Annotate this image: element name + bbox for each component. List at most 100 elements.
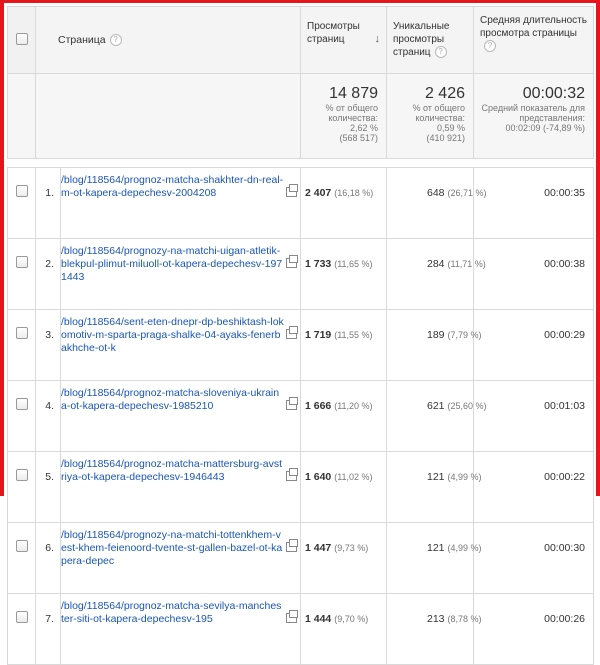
row-page-cell: /blog/118564/prognoz-matcha-shakhter-dn-…: [60, 167, 301, 239]
row-unique-pageviews: 189 (7,79 %): [386, 309, 481, 381]
unique-value: 284: [427, 258, 445, 270]
page-column-label: Страница: [58, 33, 106, 46]
highlight-frame-left: [0, 0, 4, 496]
open-external-icon[interactable]: [286, 397, 298, 410]
unique-value: 213: [427, 613, 445, 625]
pageviews-percent: (9,70 %): [334, 614, 369, 624]
page-link[interactable]: /blog/118564/prognozy-na-matchi-tottenkh…: [61, 523, 300, 568]
avg-time-summary-detail: 00:02:09 (-74,89 %): [505, 123, 585, 133]
pageviews-summary-label: % от общего количества:: [325, 103, 379, 123]
help-icon[interactable]: ?: [109, 34, 122, 47]
row-avg-time: 00:01:03: [473, 380, 594, 452]
page-link[interactable]: /blog/118564/prognoz-matcha-sloveniya-uk…: [61, 381, 300, 413]
page-link[interactable]: /blog/118564/sent-eten-dnepr-dp-beshikta…: [61, 310, 300, 355]
open-external-icon[interactable]: [286, 539, 298, 552]
row-avg-time: 00:00:38: [473, 238, 594, 310]
row-rank: 7.: [35, 593, 61, 665]
row-checkbox-cell: [7, 167, 36, 239]
unique-pageviews-column-header[interactable]: Уникальные просмотры страниц?: [386, 6, 474, 74]
row-unique-pageviews: 648 (26,71 %): [386, 167, 486, 239]
row-page-cell: /blog/118564/sent-eten-dnepr-dp-beshikta…: [60, 309, 301, 381]
spacer-row: [7, 158, 594, 168]
row-checkbox[interactable]: [15, 185, 28, 197]
pageviews-value: 2 407: [305, 187, 332, 199]
avg-time-label-text: Средняя длительность просмотра страницы: [480, 15, 587, 39]
row-pageviews: 1 719 (11,55 %): [300, 309, 387, 381]
row-checkbox-cell: [7, 309, 36, 381]
pageviews-summary-pct: 2,62 %: [349, 123, 378, 133]
pageviews-total: 14 879: [329, 85, 378, 102]
data-rows: 1. /blog/118564/prognoz-matcha-shakhter-…: [7, 167, 594, 665]
pageviews-value: 1 733: [305, 258, 332, 270]
row-unique-pageviews: 213 (8,78 %): [386, 593, 481, 665]
row-avg-time: 00:00:29: [473, 309, 594, 381]
table-row: 5. /blog/118564/prognoz-matcha-mattersbu…: [7, 451, 594, 523]
pageviews-column-header[interactable]: Просмотры страниц ↓: [300, 6, 387, 74]
help-icon[interactable]: ?: [484, 40, 496, 53]
unique-percent: (8,78 %): [447, 614, 482, 624]
unique-total: 2 426: [424, 85, 465, 102]
pageviews-percent: (9,73 %): [334, 543, 369, 553]
row-checkbox[interactable]: [15, 327, 28, 339]
row-unique-pageviews: 621 (25,60 %): [386, 380, 486, 452]
header-checkbox-cell: [7, 6, 36, 74]
row-rank: 6.: [35, 522, 61, 594]
page-link[interactable]: /blog/118564/prognoz-matcha-sevilya-manc…: [61, 594, 300, 626]
pageviews-value: 1 666: [305, 400, 332, 412]
open-external-icon[interactable]: [286, 468, 298, 481]
report-table: Страница? Просмотры страниц ↓ Уникальные…: [7, 6, 594, 665]
page-link[interactable]: /blog/118564/prognozy-na-matchi-uigan-at…: [61, 239, 300, 284]
pageviews-value: 1 640: [305, 471, 332, 483]
row-rank: 5.: [35, 451, 61, 523]
unique-pageviews-column-label: Уникальные просмотры страниц?: [387, 7, 473, 59]
pageviews-percent: (11,02 %): [334, 472, 373, 482]
pageviews-percent: (11,20 %): [334, 401, 373, 411]
table-row: 3. /blog/118564/sent-eten-dnepr-dp-beshi…: [7, 309, 594, 381]
row-checkbox-cell: [7, 451, 36, 523]
page-column-header[interactable]: Страница?: [35, 6, 301, 74]
row-checkbox[interactable]: [15, 398, 28, 410]
row-unique-pageviews: 284 (11,71 %): [386, 238, 486, 310]
row-avg-time: 00:00:26: [473, 593, 594, 665]
pageviews-percent: (11,65 %): [334, 259, 373, 269]
sort-descending-icon[interactable]: ↓: [375, 33, 381, 45]
row-page-cell: /blog/118564/prognozy-na-matchi-tottenkh…: [60, 522, 301, 594]
unique-percent: (4,99 %): [447, 543, 482, 553]
row-page-cell: /blog/118564/prognoz-matcha-sevilya-manc…: [60, 593, 301, 665]
table-row: 1. /blog/118564/prognoz-matcha-shakhter-…: [7, 167, 594, 239]
unique-summary: 2 426 % от общего количества: 0,59 % (41…: [386, 73, 474, 159]
row-page-cell: /blog/118564/prognoz-matcha-mattersburg-…: [60, 451, 301, 523]
help-icon[interactable]: ?: [434, 46, 447, 59]
summary-empty-cell: [7, 73, 36, 159]
open-external-icon[interactable]: [286, 255, 298, 268]
row-checkbox[interactable]: [15, 256, 28, 268]
open-external-icon[interactable]: [286, 326, 298, 339]
unique-value: 121: [427, 471, 445, 483]
highlight-frame-top: [0, 0, 600, 3]
table-row: 7. /blog/118564/prognoz-matcha-sevilya-m…: [7, 593, 594, 665]
summary-row: 14 879 % от общего количества: 2,62 % (5…: [7, 73, 594, 159]
row-rank: 4.: [35, 380, 61, 452]
row-pageviews: 2 407 (16,18 %): [300, 167, 387, 239]
unique-summary-label: % от общего количества:: [412, 103, 466, 123]
page-link[interactable]: /blog/118564/prognoz-matcha-shakhter-dn-…: [61, 168, 300, 200]
unique-percent: (7,79 %): [447, 330, 482, 340]
pageviews-value: 1 447: [305, 542, 332, 554]
select-all-checkbox[interactable]: [15, 32, 28, 45]
avg-time-column-label: Средняя длительность просмотра страницы?: [474, 7, 593, 53]
pageviews-percent: (16,18 %): [334, 188, 374, 198]
open-external-icon[interactable]: [286, 610, 298, 623]
row-rank: 3.: [35, 309, 61, 381]
row-unique-pageviews: 121 (4,99 %): [386, 451, 481, 523]
row-rank: 1.: [35, 167, 61, 239]
page-link[interactable]: /blog/118564/prognoz-matcha-mattersburg-…: [61, 452, 300, 484]
open-external-icon[interactable]: [286, 184, 298, 197]
row-checkbox[interactable]: [15, 540, 28, 552]
row-checkbox[interactable]: [15, 469, 28, 481]
unique-value: 621: [427, 400, 445, 412]
row-checkbox-cell: [7, 593, 36, 665]
avg-time-column-header[interactable]: Средняя длительность просмотра страницы?: [473, 6, 594, 74]
row-pageviews: 1 447 (9,73 %): [300, 522, 387, 594]
row-checkbox[interactable]: [15, 611, 28, 623]
table-header-row: Страница? Просмотры страниц ↓ Уникальные…: [7, 6, 594, 74]
